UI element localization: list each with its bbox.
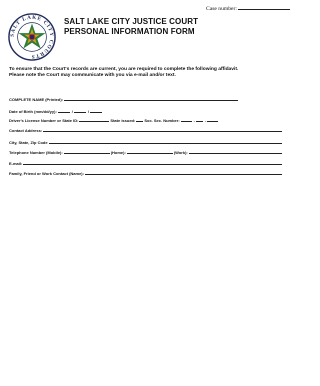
case-number: Case number: [206, 6, 291, 12]
license-input[interactable] [79, 120, 110, 122]
telephone-work-input[interactable] [188, 152, 282, 154]
telephone-home-input[interactable] [126, 152, 173, 154]
dob-label: Date of Birth (mm/dd/yy): [9, 109, 57, 114]
contact-address-field: Contact Address: [9, 126, 282, 133]
intro-line-2: Please note the Court may communicate wi… [9, 73, 176, 79]
emergency-contact-input[interactable] [84, 173, 282, 175]
license-label: Driver's License Number or State ID: [9, 118, 79, 123]
city-state-zip-label: City, State, Zip Code [9, 140, 48, 145]
telephone-mobile-label: Telephone Number (Mobile): [9, 150, 63, 155]
ssn-part-3-input[interactable] [207, 120, 219, 122]
intro-text: To ensure that the Court's records are c… [9, 67, 291, 80]
form-header: SALT LAKE CITY JUSTICE COURT PERSONAL IN… [64, 17, 198, 36]
telephone-field: Telephone Number (Mobile): (Home): (Work… [9, 148, 282, 155]
emergency-contact-label: Family, Friend or Work Contact (Name): [9, 171, 84, 176]
state-issued-label: State issued: [110, 118, 136, 123]
ssn-part-2-input[interactable] [196, 120, 204, 122]
ssn-part-1-input[interactable] [180, 120, 192, 122]
emergency-contact-field: Family, Friend or Work Contact (Name): [9, 169, 282, 176]
ssn-separator-1: - [193, 118, 196, 123]
ssn-separator-2: - [205, 118, 207, 123]
state-issued-input[interactable] [136, 120, 144, 122]
page-title: SALT LAKE CITY JUSTICE COURT [64, 17, 199, 26]
complete-name-label: COMPLETE NAME (Printed): [9, 97, 63, 102]
telephone-work-label: (Work): [173, 150, 188, 155]
license-field: Driver's License Number or State ID: Sta… [9, 116, 282, 123]
dob-field: Date of Birth (mm/dd/yy): / / [9, 107, 282, 114]
email-field: E-mail: [9, 159, 282, 166]
complete-name-input[interactable] [64, 99, 238, 101]
city-state-zip-input[interactable] [48, 142, 282, 144]
complete-name-field: COMPLETE NAME (Printed): [9, 95, 282, 102]
ssn-label: Soc. Sec. Number: [144, 118, 180, 123]
dob-separator-1: / [71, 109, 73, 114]
telephone-home-label: (Home): [110, 150, 126, 155]
dob-month-input[interactable] [57, 111, 70, 113]
page-subtitle: PERSONAL INFORMATION FORM [64, 26, 195, 36]
case-number-label: Case number: [206, 6, 237, 12]
contact-address-label: Contact Address: [9, 128, 43, 133]
email-input[interactable] [23, 163, 282, 165]
dob-day-input[interactable] [73, 111, 86, 113]
city-state-zip-field: City, State, Zip Code [9, 138, 282, 145]
court-seal-icon: SALT LAKE CITY COURTS [8, 13, 56, 61]
email-label: E-mail: [9, 161, 23, 166]
dob-year-input[interactable] [90, 111, 103, 113]
case-number-line[interactable] [238, 9, 291, 10]
telephone-mobile-input[interactable] [63, 152, 110, 154]
dob-separator-2: / [87, 109, 90, 114]
contact-address-input[interactable] [43, 130, 282, 132]
